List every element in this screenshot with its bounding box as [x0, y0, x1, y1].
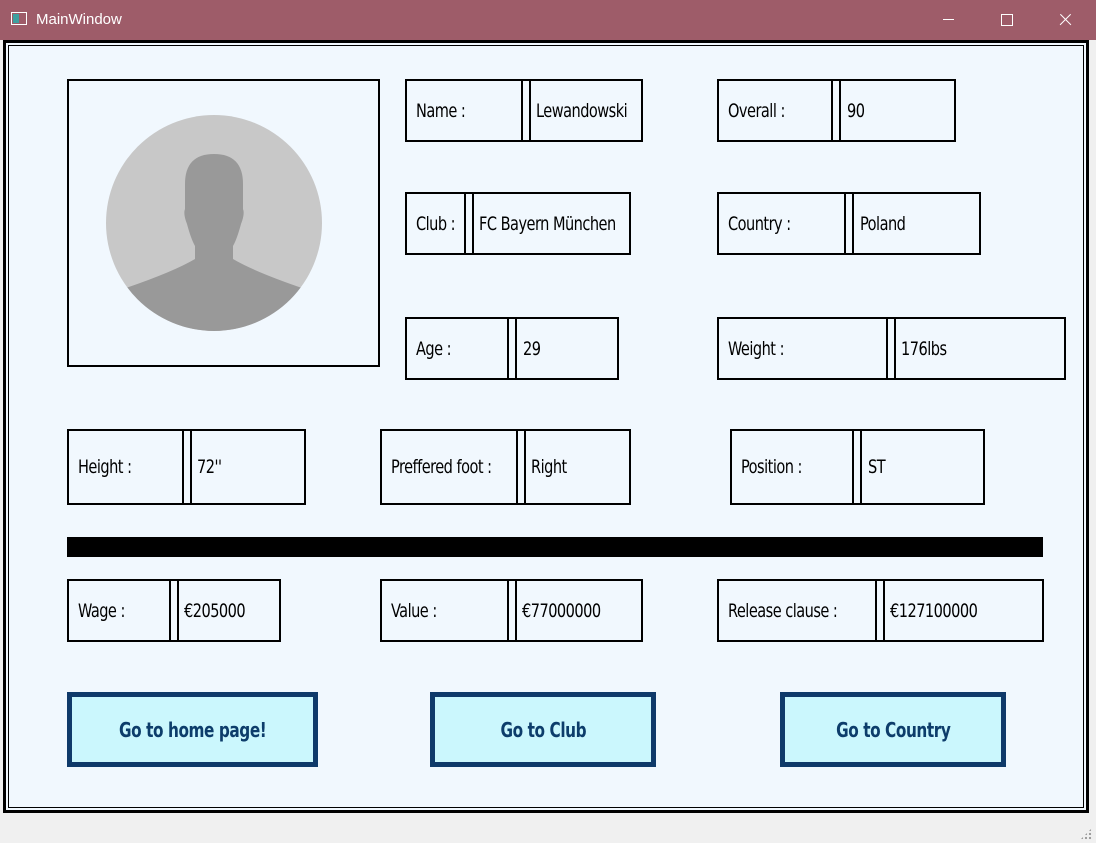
club-value: FC Bayern München [479, 212, 616, 235]
title-bar: MainWindow [0, 0, 1096, 40]
wage-value: €205000 [184, 599, 246, 622]
go-home-button-label: Go to home page! [118, 717, 267, 742]
name-value: Lewandowski [536, 99, 628, 122]
status-bar [0, 816, 1096, 843]
height-label: Height : [78, 456, 132, 478]
age-value: 29 [523, 337, 541, 360]
weight-field: Weight : 176lbs [717, 317, 1066, 380]
overall-value: 90 [847, 99, 865, 122]
weight-value: 176lbs [901, 337, 947, 360]
window-app-icon [11, 12, 27, 25]
club-label: Club : [416, 212, 456, 235]
release-clause-field: Release clause : €127100000 [717, 579, 1044, 642]
release-clause-label: Release clause : [728, 599, 838, 622]
position-field: Position : ST [730, 429, 985, 505]
value-field: Value : €77000000 [380, 579, 643, 642]
value-value: €77000000 [522, 599, 601, 622]
position-value: ST [868, 456, 886, 478]
country-field: Country : Poland [717, 192, 981, 255]
overall-field: Overall : 90 [717, 79, 956, 142]
go-to-club-button[interactable]: Go to Club [430, 692, 656, 767]
country-value: Poland [860, 212, 906, 235]
age-field: Age : 29 [405, 317, 619, 380]
go-home-button[interactable]: Go to home page! [67, 692, 318, 767]
wage-field: Wage : €205000 [67, 579, 281, 642]
country-label: Country : [728, 212, 791, 235]
height-value: 72'' [197, 456, 222, 478]
go-to-country-button[interactable]: Go to Country [780, 692, 1006, 767]
window-title: MainWindow [36, 11, 122, 28]
maximize-icon[interactable] [978, 0, 1036, 40]
resize-grip-icon[interactable] [1080, 828, 1092, 840]
player-photo [67, 79, 380, 367]
age-label: Age : [416, 337, 452, 360]
close-icon[interactable] [1036, 0, 1094, 40]
position-label: Position : [741, 456, 802, 478]
go-to-country-button-label: Go to Country [835, 717, 951, 742]
separator-bar [67, 537, 1043, 557]
value-label: Value : [391, 599, 437, 622]
name-field: Name : Lewandowski [405, 79, 643, 142]
wage-label: Wage : [78, 599, 125, 622]
club-field: Club : FC Bayern München [405, 192, 631, 255]
preferred-foot-label: Preffered foot : [391, 456, 492, 478]
preferred-foot-field: Preffered foot : Right [380, 429, 631, 505]
release-clause-value: €127100000 [890, 599, 978, 622]
user-silhouette-icon [106, 115, 322, 331]
overall-label: Overall : [728, 99, 785, 122]
name-label: Name : [416, 99, 466, 122]
go-to-club-button-label: Go to Club [500, 717, 586, 742]
minimize-icon[interactable] [920, 0, 978, 40]
weight-label: Weight : [728, 337, 784, 360]
height-field: Height : 72'' [67, 429, 306, 505]
preferred-foot-value: Right [531, 456, 567, 478]
